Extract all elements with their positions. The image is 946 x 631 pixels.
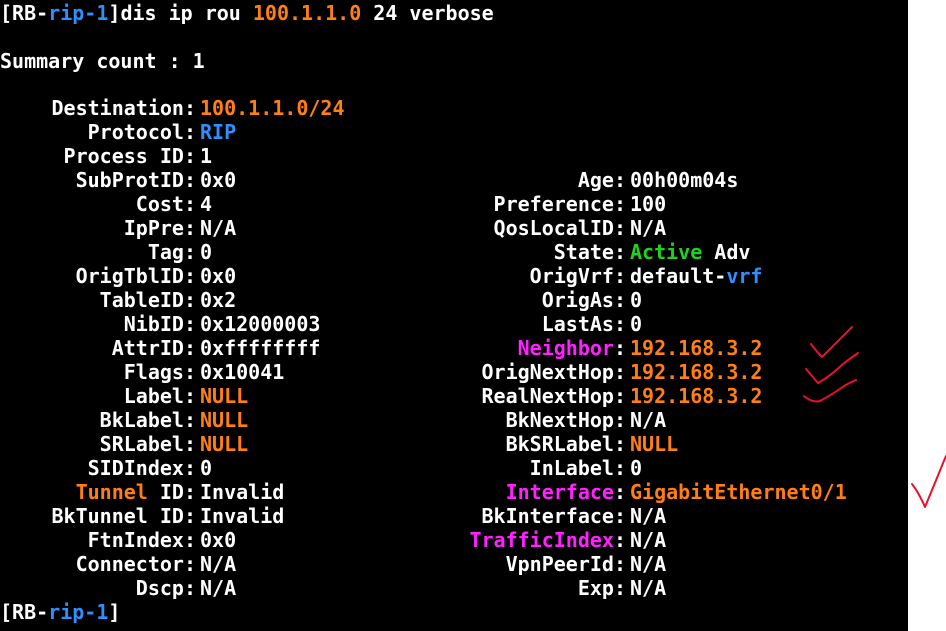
summary-line: Summary count : 1: [0, 49, 205, 73]
field-row: SubProtID: 0x0 Age: 00h00m04s: [0, 168, 900, 192]
destination-value: 100.1.1.0/24: [200, 96, 345, 120]
neighbor-value: 192.168.3.2: [630, 336, 763, 360]
tunnel-id-label: Tunnel ID:: [75, 480, 196, 504]
realnexthop-value: 192.168.3.2: [630, 384, 763, 408]
age-value: 00h00m04s: [630, 168, 739, 192]
qoslocalid-label: QosLocalID:: [493, 216, 626, 240]
field-row: OrigTblID: 0x0 OrigVrf: default-vrf: [0, 264, 900, 288]
exp-value: N/A: [630, 576, 667, 600]
tableid-value: 0x2: [200, 288, 237, 312]
origvrf-label: OrigVrf:: [529, 264, 626, 288]
subprotid-value: 0x0: [200, 168, 237, 192]
field-row: Tag: 0 State: Active Adv: [0, 240, 900, 264]
age-label: Age:: [577, 168, 626, 192]
field-row: IpPre: N/A QosLocalID: N/A: [0, 216, 900, 240]
ippre-value: N/A: [200, 216, 237, 240]
command-line: [RB-rip-1]dis ip rou 100.1.1.0 24 verbos…: [0, 1, 494, 25]
state-label: State:: [553, 240, 626, 264]
dscp-label: Dscp:: [135, 576, 196, 600]
vpnpeerid-label: VpnPeerId:: [505, 552, 626, 576]
field-row: Label: NULL RealNextHop: 192.168.3.2: [0, 384, 900, 408]
check-mark-icon: [911, 455, 946, 508]
field-row: Dscp: N/A Exp: N/A: [0, 576, 900, 600]
srlabel-label: SRLabel:: [99, 432, 196, 456]
connector-value: N/A: [200, 552, 237, 576]
origtblid-label: OrigTblID:: [75, 264, 196, 288]
exp-label: Exp:: [577, 576, 626, 600]
bksrlabel-label: BkSRLabel:: [505, 432, 626, 456]
field-row: NibID: 0x12000003 LastAs: 0: [0, 312, 900, 336]
field-row: BkLabel: NULL BkNextHop: N/A: [0, 408, 900, 432]
tableid-label: TableID:: [99, 288, 196, 312]
orignexthop-label: OrigNextHop:: [481, 360, 627, 384]
destination-row: Destination: 100.1.1.0/24: [0, 96, 900, 120]
field-row: SIDIndex: 0 InLabel: 0: [0, 456, 900, 480]
field-row: AttrID: 0xffffffff Neighbor: 192.168.3.2: [0, 336, 900, 360]
origvrf-value: default-vrf: [630, 264, 763, 288]
bkinterface-label: BkInterface:: [481, 504, 627, 528]
attrid-label: AttrID:: [111, 336, 196, 360]
lastas-label: LastAs:: [541, 312, 626, 336]
tag-label: Tag:: [147, 240, 196, 264]
interface-label: Interface:: [505, 480, 626, 504]
vpnpeerid-value: N/A: [630, 552, 667, 576]
prompt-line[interactable]: [RB-rip-1]: [0, 600, 120, 624]
bknexthop-label: BkNextHop:: [505, 408, 626, 432]
protocol-label: Protocol:: [87, 120, 196, 144]
label-value: NULL: [200, 384, 249, 408]
dscp-value: N/A: [200, 576, 237, 600]
trafficindex-label: TrafficIndex:: [469, 528, 626, 552]
inlabel-label: InLabel:: [529, 456, 626, 480]
bktunnel-id-label: BkTunnel ID:: [51, 504, 197, 528]
nibid-label: NibID:: [123, 312, 196, 336]
field-row: TableID: 0x2 OrigAs: 0: [0, 288, 900, 312]
process-id-label: Process ID:: [63, 144, 196, 168]
inlabel-value: 0: [630, 456, 643, 480]
bkinterface-value: N/A: [630, 504, 667, 528]
field-row: Cost: 4 Preference: 100: [0, 192, 900, 216]
interface-value: GigabitEthernet0/1: [630, 480, 847, 504]
sidindex-value: 0: [200, 456, 213, 480]
bknexthop-value: N/A: [630, 408, 667, 432]
origas-value: 0: [630, 288, 643, 312]
bklabel-value: NULL: [200, 408, 249, 432]
flags-label: Flags:: [123, 360, 196, 384]
orignexthop-value: 192.168.3.2: [630, 360, 763, 384]
origtblid-value: 0x0: [200, 264, 237, 288]
field-row: FtnIndex: 0x0 TrafficIndex: N/A: [0, 528, 900, 552]
connector-label: Connector:: [75, 552, 196, 576]
process-id-value: 1: [200, 144, 213, 168]
trafficindex-value: N/A: [630, 528, 667, 552]
ippre-label: IpPre:: [123, 216, 196, 240]
tag-value: 0: [200, 240, 213, 264]
field-row: SRLabel: NULL BkSRLabel: NULL: [0, 432, 900, 456]
preference-label: Preference:: [493, 192, 626, 216]
qoslocalid-value: N/A: [630, 216, 667, 240]
preference-value: 100: [630, 192, 667, 216]
subprotid-label: SubProtID:: [75, 168, 196, 192]
cost-value: 4: [200, 192, 213, 216]
field-row: Connector: N/A VpnPeerId: N/A: [0, 552, 900, 576]
bklabel-label: BkLabel:: [99, 408, 196, 432]
state-value: Active Adv: [630, 240, 751, 264]
field-row: Tunnel ID: Invalid Interface: GigabitEth…: [0, 480, 908, 504]
field-row: Flags: 0x10041 OrigNextHop: 192.168.3.2: [0, 360, 900, 384]
terminal-window[interactable]: [RB-rip-1]dis ip rou 100.1.1.0 24 verbos…: [0, 0, 908, 631]
lastas-value: 0: [630, 312, 643, 336]
process-id-row: Process ID: 1: [0, 144, 900, 168]
origas-label: OrigAs:: [541, 288, 626, 312]
protocol-value: RIP: [200, 120, 237, 144]
field-row: BkTunnel ID: Invalid BkInterface: N/A: [0, 504, 900, 528]
srlabel-value: NULL: [200, 432, 249, 456]
bksrlabel-value: NULL: [630, 432, 679, 456]
ftnindex-value: 0x0: [200, 528, 237, 552]
ftnindex-label: FtnIndex:: [87, 528, 196, 552]
protocol-row: Protocol: RIP: [0, 120, 900, 144]
label-label: Label:: [123, 384, 196, 408]
neighbor-label: Neighbor:: [517, 336, 626, 360]
cost-label: Cost:: [135, 192, 196, 216]
destination-label: Destination:: [51, 96, 197, 120]
sidindex-label: SIDIndex:: [87, 456, 196, 480]
realnexthop-label: RealNextHop:: [481, 384, 627, 408]
